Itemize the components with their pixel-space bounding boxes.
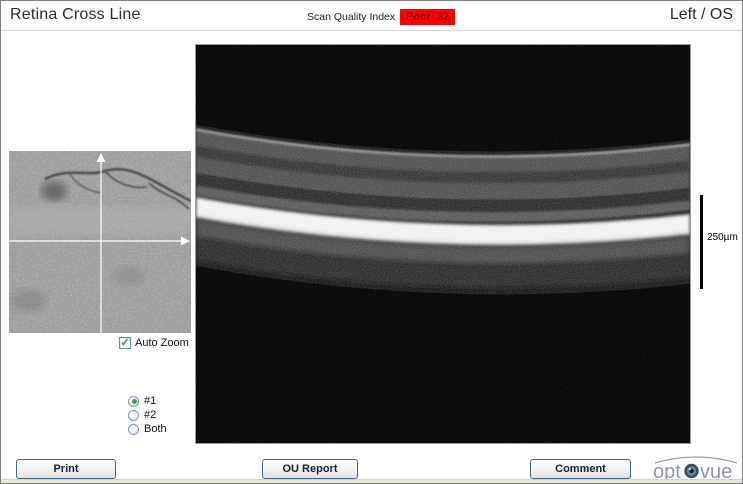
radio-icon — [128, 409, 139, 421]
auto-zoom-checkbox[interactable]: ✓ Auto Zoom — [119, 336, 189, 350]
radio-option-1[interactable]: #1 — [128, 394, 167, 408]
checkbox-checked-icon: ✓ — [119, 337, 131, 349]
print-button[interactable]: Print — [16, 459, 116, 479]
radio-icon — [128, 423, 139, 435]
scale-bar-label: 250µm — [707, 232, 738, 243]
radio-label-both: Both — [144, 423, 167, 435]
fundus-svg — [9, 151, 192, 333]
radio-selected-icon — [128, 395, 139, 407]
header-separator — [1, 30, 742, 31]
page-title: Retina Cross Line — [10, 6, 141, 23]
radio-option-both[interactable]: Both — [128, 422, 167, 436]
eye-icon — [684, 463, 699, 479]
eye-laterality-label: Left / OS — [669, 6, 733, 23]
fundus-preview-image[interactable] — [9, 151, 192, 333]
scan-selector-group: #1 #2 Both — [128, 394, 167, 436]
scale-bar — [700, 195, 703, 289]
scan-quality-badge: Poor 32 — [400, 9, 455, 25]
oct-svg — [195, 45, 691, 443]
bottom-strip — [1, 479, 742, 483]
ou-report-button[interactable]: OU Report — [262, 459, 358, 479]
radio-label-1: #1 — [144, 395, 157, 407]
scan-quality-index-label: Scan Quality Index — [307, 11, 396, 23]
radio-label-2: #2 — [144, 409, 157, 421]
comment-button[interactable]: Comment — [530, 459, 631, 479]
auto-zoom-label: Auto Zoom — [135, 337, 189, 349]
radio-option-2[interactable]: #2 — [128, 408, 167, 422]
oct-bscan-image — [195, 44, 691, 444]
retina-cross-line-window: Retina Cross Line Scan Quality Index Poo… — [0, 0, 743, 484]
